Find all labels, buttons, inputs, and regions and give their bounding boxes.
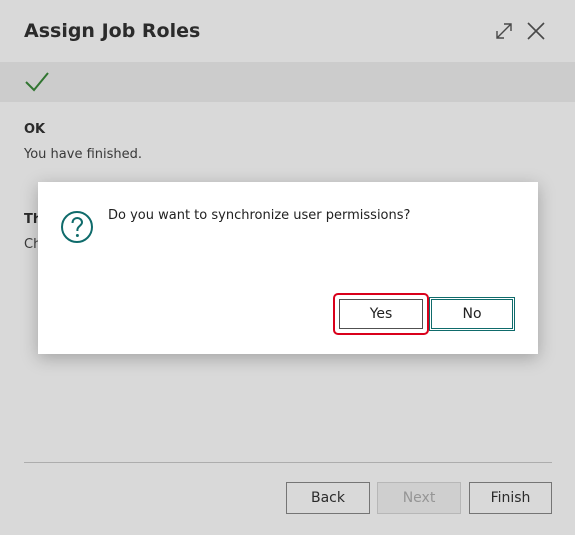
dialog-question: Do you want to synchronize user permissi… xyxy=(108,208,411,223)
confirm-dialog: Do you want to synchronize user permissi… xyxy=(38,182,538,354)
no-button[interactable]: No xyxy=(429,297,515,331)
yes-button[interactable]: Yes xyxy=(339,299,423,329)
question-icon xyxy=(61,211,93,243)
